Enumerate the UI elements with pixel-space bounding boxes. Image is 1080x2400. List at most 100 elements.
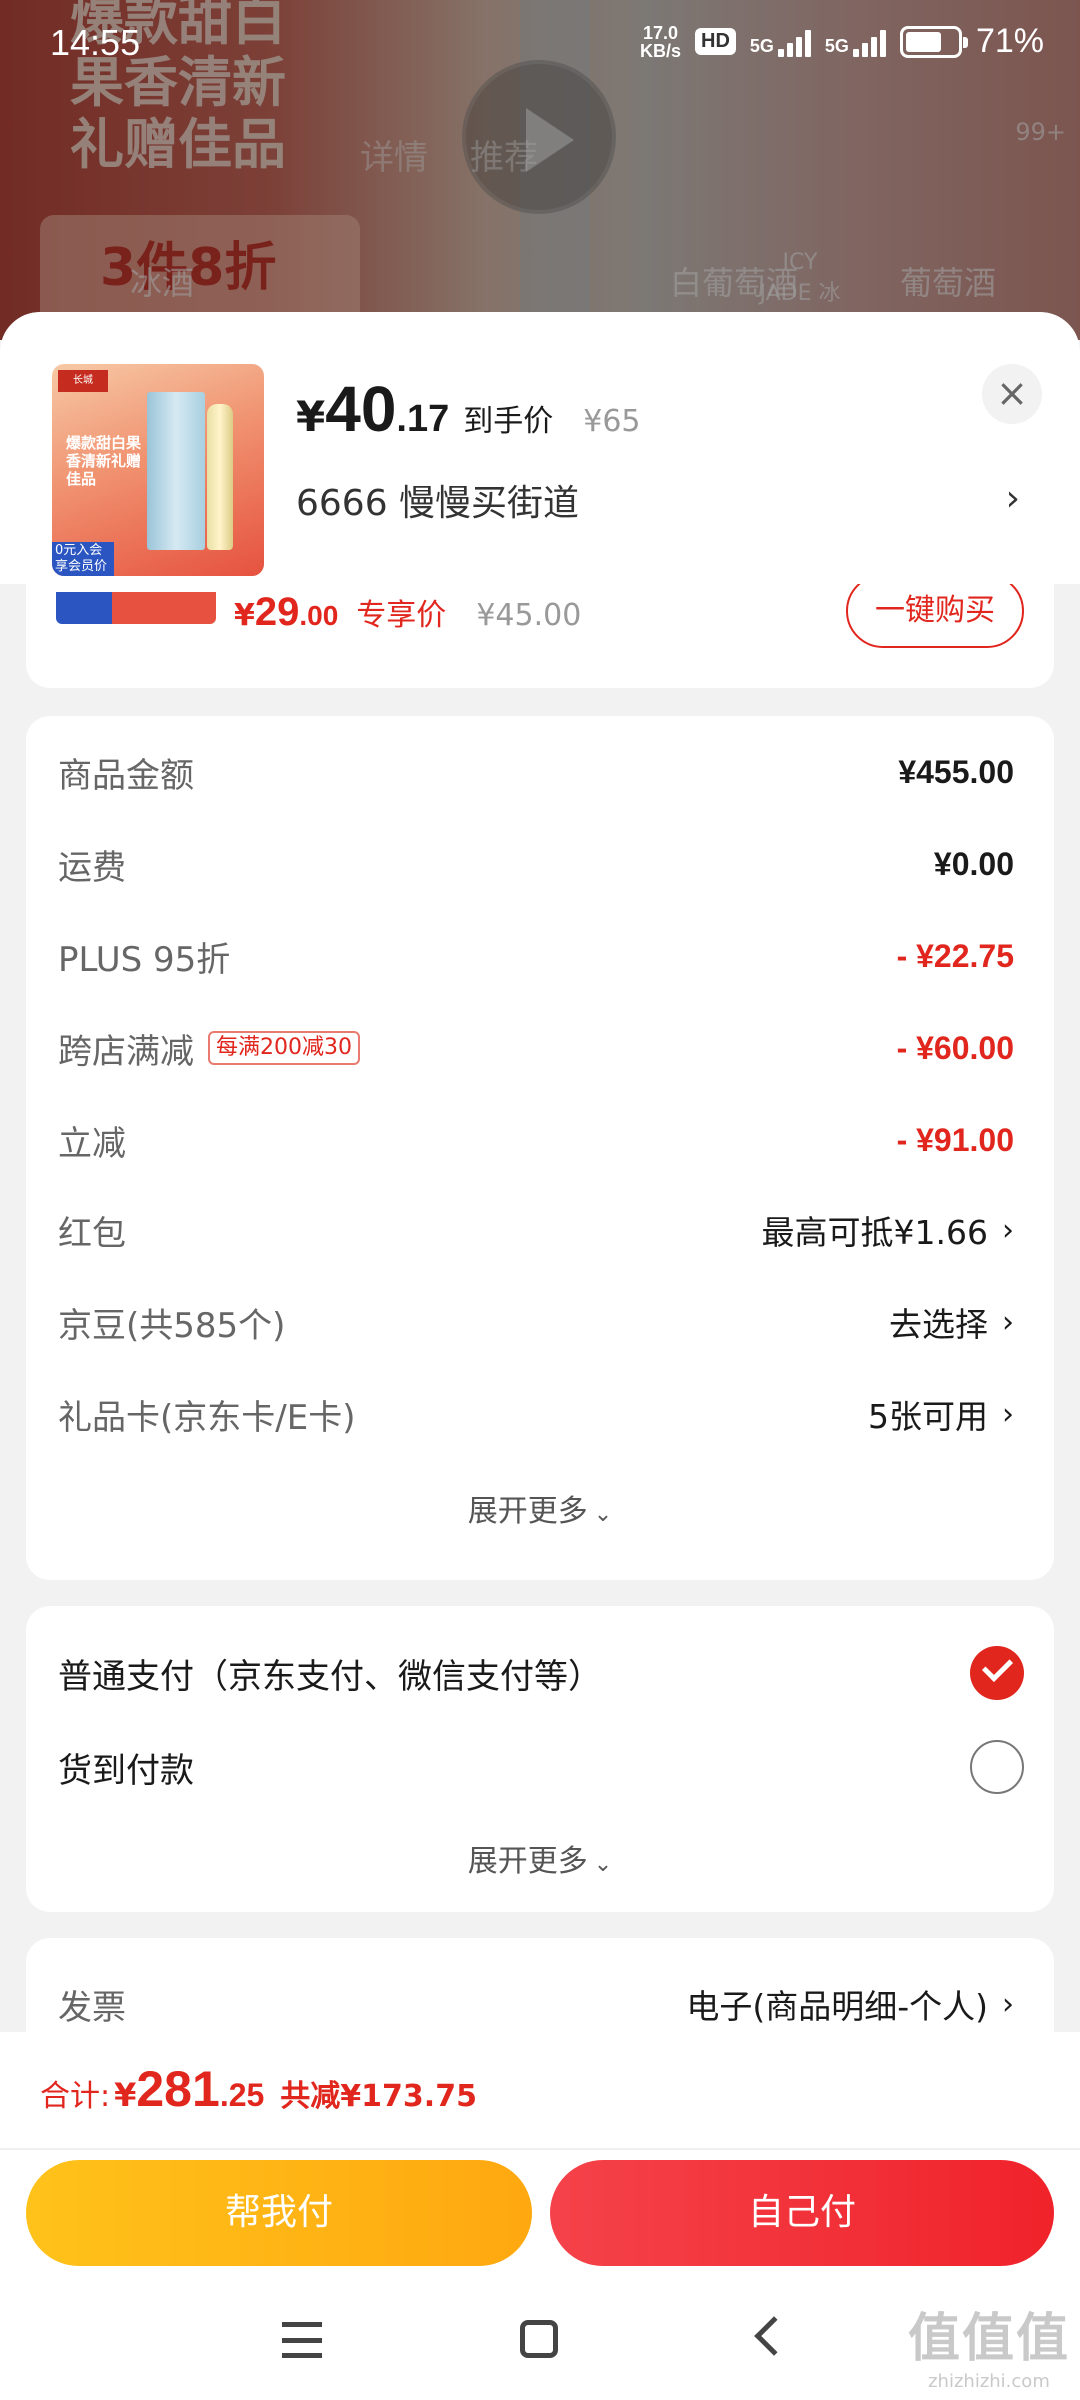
chevron-right-icon: › — [1002, 1396, 1014, 1432]
summary-label: PLUS 95折 — [58, 939, 231, 980]
expand-more-payment[interactable]: 展开更多 ⌄ — [26, 1836, 1054, 1880]
total-label: 合计: — [40, 2079, 111, 2114]
summary-value: ¥0.00 — [933, 845, 1014, 882]
chevron-down-icon: ⌄ — [593, 1502, 613, 1527]
summary-value-nav: 最高可抵¥1.66 › — [762, 1206, 1014, 1254]
network-speed: 17.0 KB/s — [640, 24, 681, 60]
final-price: ¥ 40 .17 到手价 ¥65 — [296, 372, 641, 446]
payment-option-label: 普通支付（京东支付、微信支付等） — [58, 1656, 602, 1697]
bundle-original-price: ¥45.00 — [476, 598, 582, 633]
expand-more-label: 展开更多 — [467, 1494, 588, 1529]
bundle-price-currency: ¥ — [234, 598, 255, 633]
one-click-buy-button[interactable]: 一键购买 — [846, 574, 1024, 648]
home-icon[interactable] — [520, 2320, 558, 2358]
final-price-decimal: .17 — [396, 398, 450, 440]
promo-tag: 每满200减30 — [208, 1031, 360, 1065]
total-decimal: .25 — [219, 2077, 265, 2113]
chevron-right-icon: › — [1002, 1212, 1014, 1248]
watermark-sub: zhizhizhi.com — [928, 2371, 1050, 2392]
status-icons: 17.0 KB/s HD 5G 5G 71% — [640, 22, 1044, 61]
pay-myself-button[interactable]: 自己付 — [550, 2160, 1054, 2266]
summary-value: 去选择 — [889, 1305, 988, 1344]
total-savings: 共减¥173.75 — [280, 2079, 477, 2114]
invoice-label: 发票 — [58, 1987, 126, 2028]
expand-more-summary[interactable]: 展开更多 ⌄ — [26, 1486, 1054, 1530]
sim2-network-label: 5G — [824, 35, 849, 56]
chevron-right-icon[interactable]: › — [1006, 478, 1020, 519]
summary-label: 商品金额 — [58, 755, 194, 796]
wine-box-image — [147, 392, 205, 550]
thumbnail-promo-text: 爆款甜白果香清新礼赠佳品 — [66, 434, 142, 488]
summary-row-instant-discount[interactable]: 立减 - ¥91.00 — [58, 1110, 1014, 1170]
summary-value: - ¥60.00 — [896, 1029, 1014, 1066]
sim1-network-label: 5G — [749, 35, 774, 56]
thumbnail-member-chip: 0元入会享会员价 — [52, 542, 114, 576]
recent-apps-icon[interactable] — [282, 2322, 322, 2358]
summary-row-jd-beans[interactable]: 京豆(共585个) 去选择 › — [58, 1292, 1014, 1352]
site-watermark: 值值值 zhizhizhi.com — [908, 2296, 1070, 2392]
network-speed-value: 17.0 — [642, 22, 679, 43]
order-total: 合计: ¥ 281 .25 共减¥173.75 — [40, 2060, 477, 2118]
hd-voice-icon: HD — [695, 28, 736, 55]
bundle-price-integer: 29 — [254, 590, 300, 634]
total-currency: ¥ — [114, 2076, 137, 2114]
chevron-down-icon: ⌄ — [593, 1852, 613, 1877]
bundle-item-image — [56, 592, 216, 624]
summary-value: 最高可抵¥1.66 — [761, 1213, 988, 1252]
battery-percent: 71% — [975, 22, 1044, 60]
network-speed-unit: KB/s — [640, 40, 682, 61]
invoice-value-nav: 电子(商品明细-个人) › — [686, 1980, 1014, 2028]
summary-row-gift-card[interactable]: 礼品卡(京东卡/E卡) 5张可用 › — [58, 1384, 1014, 1444]
summary-row-shipping: 运费 ¥0.00 — [58, 834, 1014, 894]
product-header: 长城 爆款甜白果香清新礼赠佳品 0元入会享会员价 ¥ 40 .17 到手价 ¥6… — [0, 312, 1080, 584]
radio-unchecked-icon[interactable] — [970, 1740, 1024, 1794]
status-bar: 14:55 17.0 KB/s HD 5G 5G 71% — [0, 0, 1080, 92]
help-me-pay-button[interactable]: 帮我付 — [26, 2160, 532, 2266]
payment-option-cod[interactable]: 货到付款 — [58, 1732, 1024, 1802]
summary-label: 礼品卡(京东卡/E卡) — [58, 1397, 356, 1438]
summary-label: 京豆(共585个) — [58, 1305, 286, 1346]
battery-icon — [899, 25, 968, 58]
summary-value-nav: 去选择 › — [889, 1298, 1014, 1346]
close-button[interactable]: × — [982, 364, 1042, 424]
summary-label: 立减 — [58, 1123, 126, 1164]
delivery-address[interactable]: 6666 慢慢买街道 — [296, 474, 579, 526]
expand-more-label: 展开更多 — [467, 1844, 588, 1879]
summary-row-plus-discount: PLUS 95折 - ¥22.75 — [58, 926, 1014, 986]
summary-row-cross-store[interactable]: 跨店满减 每满200减30 - ¥60.00 — [58, 1018, 1014, 1078]
summary-value: ¥455.00 — [898, 753, 1014, 790]
summary-value-nav: 5张可用 › — [868, 1390, 1014, 1438]
invoice-card: 发票 电子(商品明细-个人) › — [26, 1938, 1054, 2032]
signal-sim1-icon: 5G — [750, 27, 811, 57]
invoice-value: 电子(商品明细-个人) — [686, 1987, 988, 2026]
checkout-sheet: 长城 爆款甜白果香清新礼赠佳品 0元入会享会员价 ¥ 40 .17 到手价 ¥6… — [0, 312, 1080, 2032]
summary-label: 跨店满减 — [58, 1031, 194, 1072]
summary-label: 红包 — [58, 1213, 126, 1254]
product-thumbnail: 长城 爆款甜白果香清新礼赠佳品 0元入会享会员价 — [52, 364, 264, 576]
payment-option-label: 货到付款 — [58, 1750, 194, 1791]
radio-checked-icon[interactable] — [970, 1646, 1024, 1700]
chevron-right-icon: › — [1002, 1304, 1014, 1340]
summary-label-wrap: 跨店满减 每满200减30 — [58, 1024, 360, 1073]
brand-logo: 长城 — [58, 370, 108, 392]
summary-row-red-packet[interactable]: 红包 最高可抵¥1.66 › — [58, 1200, 1014, 1260]
summary-value: - ¥91.00 — [896, 1121, 1014, 1158]
payment-option-normal[interactable]: 普通支付（京东支付、微信支付等） — [58, 1638, 1024, 1708]
chevron-right-icon: › — [1002, 1986, 1014, 2022]
total-integer: 281 — [136, 2061, 220, 2117]
bundle-price-label: 专享价 — [356, 598, 447, 633]
wine-bottle-image — [207, 404, 233, 550]
invoice-row[interactable]: 发票 电子(商品明细-个人) › — [58, 1974, 1014, 2032]
price-summary-card: 商品金额 ¥455.00 运费 ¥0.00 PLUS 95折 - ¥22.75 … — [26, 716, 1054, 1580]
final-price-integer: 40 — [325, 373, 397, 445]
checkout-footer: 合计: ¥ 281 .25 共减¥173.75 帮我付 自己付 值值值 zhiz… — [0, 2032, 1080, 2400]
summary-value: - ¥22.75 — [896, 937, 1014, 974]
bundle-item-price: ¥ 29 .00 专享价 ¥45.00 — [234, 590, 581, 635]
final-price-label: 到手价 — [463, 404, 554, 439]
summary-label: 运费 — [58, 847, 126, 888]
summary-value: 5张可用 — [868, 1397, 988, 1436]
final-price-currency: ¥ — [296, 392, 326, 441]
back-icon[interactable] — [754, 2316, 794, 2356]
watermark-main: 值值值 — [907, 2309, 1070, 2369]
summary-row-goods: 商品金额 ¥455.00 — [58, 742, 1014, 802]
